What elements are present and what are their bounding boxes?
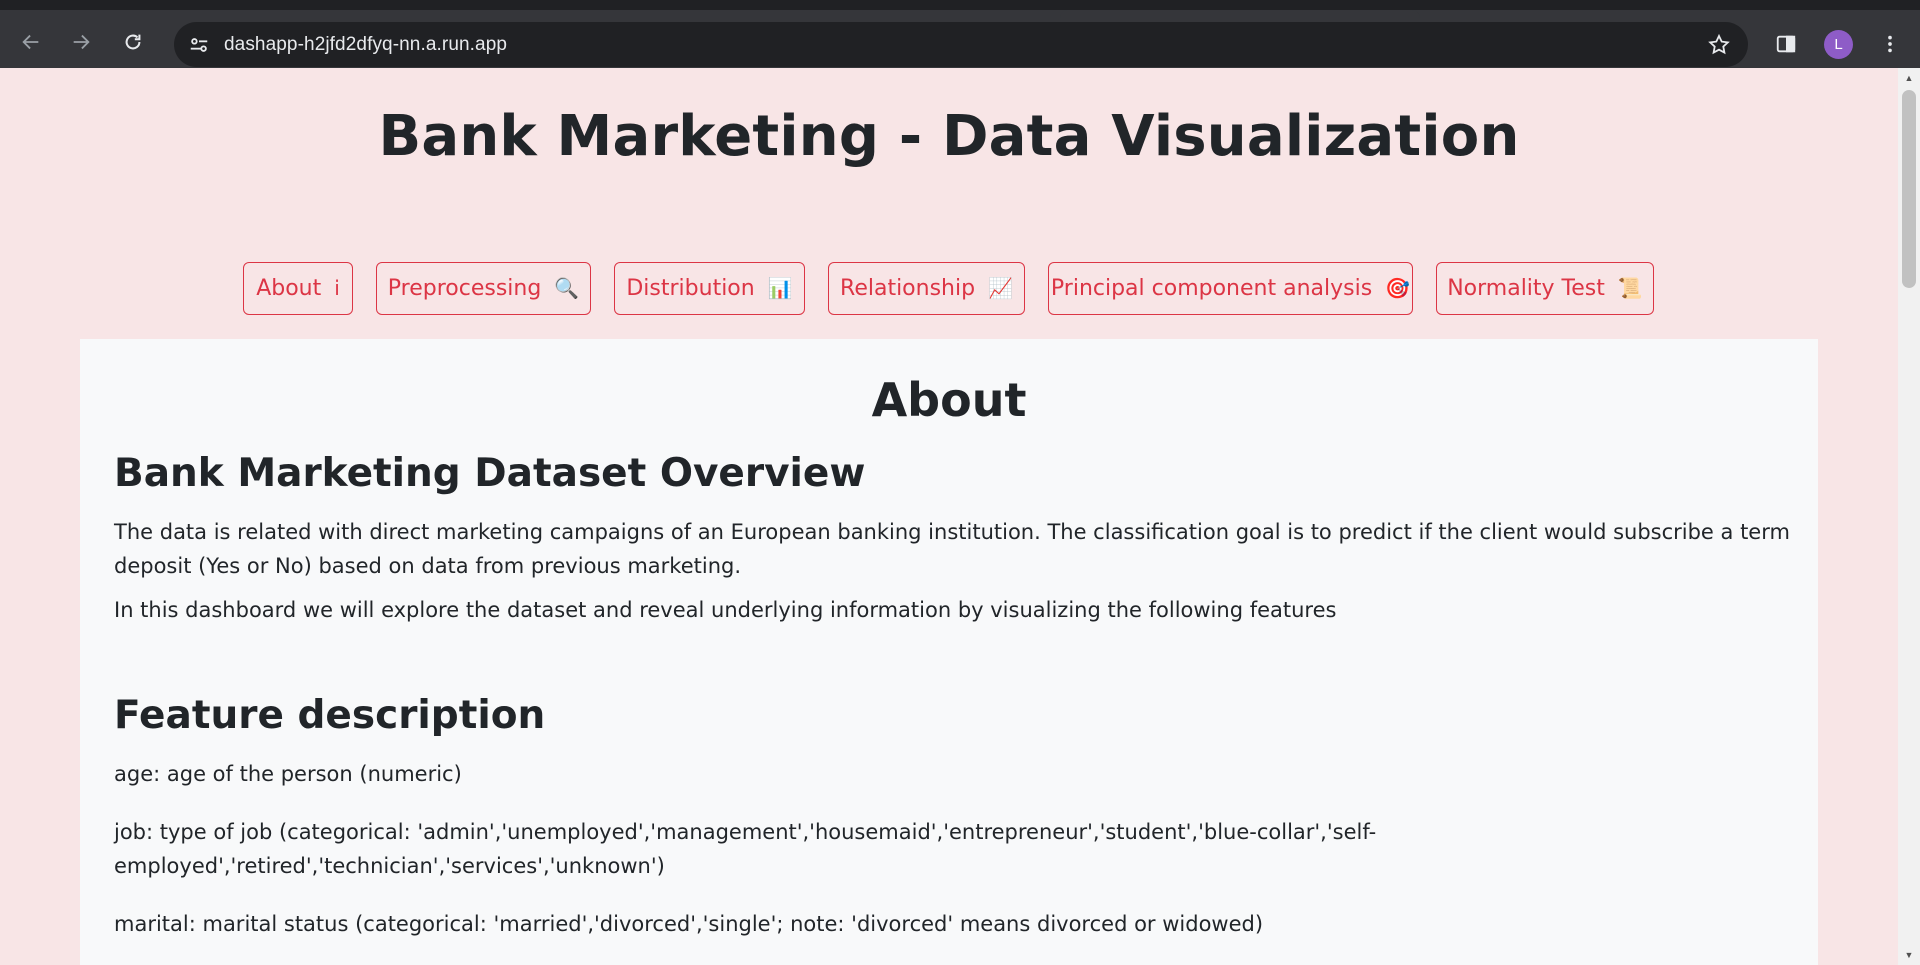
tab-pca[interactable]: Principal component analysis 🎯: [1048, 262, 1413, 315]
tab-preprocessing-label: Preprocessing: [387, 276, 542, 301]
about-heading: About: [871, 373, 1027, 427]
site-info-icon[interactable]: [182, 28, 216, 62]
browser-toolbar: dashapp-h2jfd2dfyq-nn.a.run.app L: [0, 0, 1920, 68]
forward-icon[interactable]: [66, 27, 96, 57]
about-card: About Bank Marketing Dataset Overview Th…: [80, 339, 1818, 965]
info-icon: i: [334, 276, 340, 300]
profile-avatar[interactable]: L: [1824, 30, 1853, 59]
tab-normality-test[interactable]: Normality Test 📜: [1436, 262, 1654, 315]
page-title: Bank Marketing - Data Visualization: [378, 104, 1520, 169]
overview-paragraph-1: The data is related with direct marketin…: [114, 520, 1790, 578]
scroll-up-icon[interactable]: ▲: [1898, 70, 1920, 86]
scroll-thumb[interactable]: [1902, 90, 1916, 288]
tab-relationship[interactable]: Relationship 📈: [828, 262, 1025, 315]
bar-chart-icon: 📊: [767, 276, 793, 300]
tab-distribution-label: Distribution: [626, 276, 755, 301]
address-bar[interactable]: dashapp-h2jfd2dfyq-nn.a.run.app: [174, 22, 1748, 67]
feature-job: job: type of job (categorical: 'admin','…: [114, 820, 1377, 878]
feature-marital: marital: marital status (categorical: 'm…: [114, 912, 1264, 936]
tab-navigation: About i Preprocessing 🔍 Distribution 📊 R…: [0, 262, 1898, 316]
scroll-down-icon[interactable]: ▼: [1898, 947, 1920, 963]
overview-title: Bank Marketing Dataset Overview: [114, 451, 866, 496]
vertical-scrollbar[interactable]: ▲ ▼: [1898, 68, 1920, 965]
tab-relationship-label: Relationship: [840, 276, 976, 301]
bookmark-star-icon[interactable]: [1706, 32, 1732, 58]
reload-icon[interactable]: [118, 27, 148, 57]
overview-paragraph-2: In this dashboard we will explore the da…: [114, 598, 1337, 622]
tab-about-label: About: [256, 276, 322, 301]
tab-normality-test-label: Normality Test: [1447, 276, 1605, 301]
page-viewport: Bank Marketing - Data Visualization Abou…: [0, 68, 1920, 965]
tab-about[interactable]: About i: [243, 262, 353, 315]
features-title: Feature description: [114, 693, 546, 738]
tab-pca-label: Principal component analysis: [1050, 276, 1373, 301]
tab-strip: [1060, 10, 1420, 20]
more-menu-icon[interactable]: [1876, 30, 1904, 58]
magnifier-icon: 🔍: [554, 276, 580, 300]
side-panel-icon[interactable]: [1772, 30, 1800, 58]
line-chart-icon: 📈: [988, 276, 1013, 300]
scroll-icon: 📜: [1617, 276, 1643, 300]
tab-distribution[interactable]: Distribution 📊: [614, 262, 805, 315]
back-icon[interactable]: [16, 27, 46, 57]
feature-age: age: age of the person (numeric): [114, 762, 462, 786]
url-text[interactable]: dashapp-h2jfd2dfyq-nn.a.run.app: [224, 34, 507, 56]
tab-preprocessing[interactable]: Preprocessing 🔍: [376, 262, 591, 315]
target-icon: 🎯: [1385, 276, 1411, 300]
